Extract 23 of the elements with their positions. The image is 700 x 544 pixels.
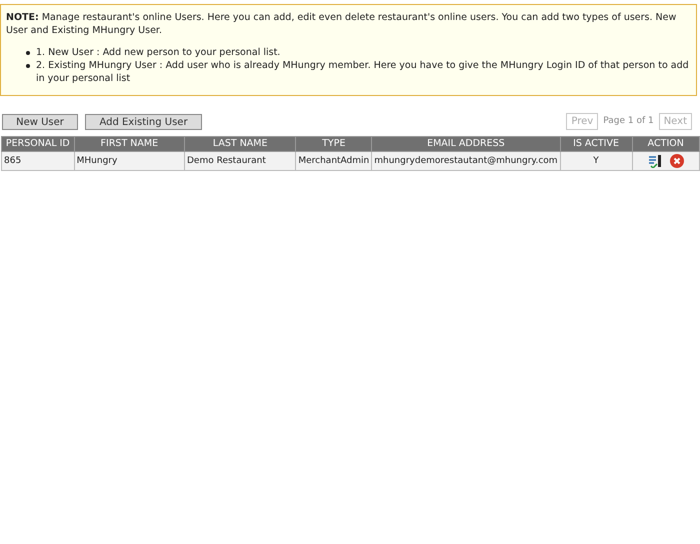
table-cell: Y: [560, 152, 632, 171]
bullet-icon: [26, 51, 30, 55]
table-cell: Demo Restaurant: [184, 152, 296, 171]
column-header: EMAIL ADDRESS: [372, 136, 560, 152]
column-header: FIRST NAME: [74, 136, 184, 152]
action-button[interactable]: New User: [2, 114, 78, 130]
column-header: TYPE: [296, 136, 372, 152]
page-info: Page 1 of 1: [603, 114, 654, 128]
edit-icon[interactable]: [648, 154, 662, 168]
table-cell: mhungrydemorestautant@mhungry.com: [372, 152, 560, 171]
column-header: IS ACTIVE: [560, 136, 632, 152]
column-header: ACTION: [632, 136, 700, 152]
table-cell: MHungry: [74, 152, 184, 171]
column-header: LAST NAME: [184, 136, 296, 152]
note-text: NOTE: Manage restaurant's online Users. Here you can add, edit even delete restaurant's online users. You can add two types of users. New User and Existing MHungry User.: [6, 11, 678, 37]
column-header: PERSONAL ID: [2, 136, 74, 152]
note-item: 1. New User : Add new person to your personal list.: [36, 46, 280, 59]
bullet-icon: [26, 64, 30, 68]
note-item: 2. Existing MHungry User : Add user who is already MHungry member. Here you have to give the MHungry Login ID of that person to add in your personal list: [36, 59, 690, 85]
action-button[interactable]: Add Existing User: [85, 114, 202, 130]
delete-icon[interactable]: [670, 154, 684, 168]
table-cell: MerchantAdmin: [296, 152, 372, 171]
table-cell: 865: [2, 152, 74, 171]
